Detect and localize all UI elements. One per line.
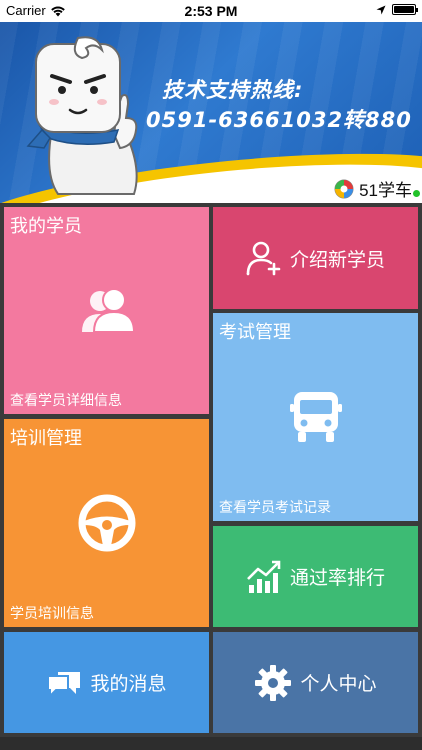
tile-content: 个人中心 [213, 632, 418, 733]
battery-icon [392, 4, 418, 15]
tile-content: 我的消息 [4, 632, 209, 733]
brand-logo-icon [334, 179, 354, 198]
tile-title: 我的学员 [10, 216, 82, 237]
tile-personal-center[interactable]: 个人中心 [213, 632, 418, 733]
tile-my-messages[interactable]: 我的消息 [4, 632, 209, 733]
tile-subtitle: 学员培训信息 [10, 606, 94, 622]
add-user-icon [246, 241, 281, 276]
hotline-title: 技术支持热线: [162, 78, 304, 102]
tile-my-students[interactable]: 我的学员 查看学员详细信息 [4, 207, 209, 414]
hotline-number[interactable]: 0591-63661032转880 [146, 104, 412, 134]
bottom-strip [0, 737, 422, 750]
support-banner[interactable]: 技术支持热线: 0591-63661032转880 51学车 [0, 22, 422, 203]
chat-bubbles-icon [47, 671, 81, 698]
brand-badge: 51学车 [334, 176, 412, 201]
tile-training-management[interactable]: 培训管理 学员培训信息 [4, 419, 209, 627]
tile-label: 个人中心 [300, 673, 377, 695]
tile-label: 通过率排行 [289, 567, 385, 589]
tile-pass-rate-ranking[interactable]: 通过率排行 [213, 526, 418, 627]
status-bar-right [376, 4, 418, 15]
online-indicator [413, 190, 420, 197]
gear-icon [255, 664, 292, 701]
users-icon [81, 287, 134, 333]
location-arrow-icon [376, 5, 386, 14]
brand-name: 51学车 [359, 181, 412, 200]
tile-introduce-new-student[interactable]: 介绍新学员 [213, 207, 418, 309]
tile-content: 介绍新学员 [213, 207, 418, 309]
tile-title: 培训管理 [10, 428, 82, 449]
tile-subtitle: 查看学员详细信息 [10, 393, 122, 409]
tile-label: 介绍新学员 [289, 248, 385, 271]
tile-exam-management[interactable]: 考试管理 查看学员考试记录 [213, 313, 418, 521]
growth-chart-icon [247, 560, 281, 593]
status-time: 2:53 PM [184, 3, 238, 19]
tile-content: 通过率排行 [213, 526, 418, 627]
bus-icon [289, 392, 342, 442]
steering-wheel-icon [78, 494, 135, 552]
mascot-illustration [26, 36, 138, 195]
status-bar: Carrier 2:53 PM [0, 0, 422, 22]
tile-subtitle: 查看学员考试记录 [219, 500, 331, 516]
tile-title: 考试管理 [219, 322, 291, 343]
tile-label: 我的消息 [90, 673, 167, 695]
